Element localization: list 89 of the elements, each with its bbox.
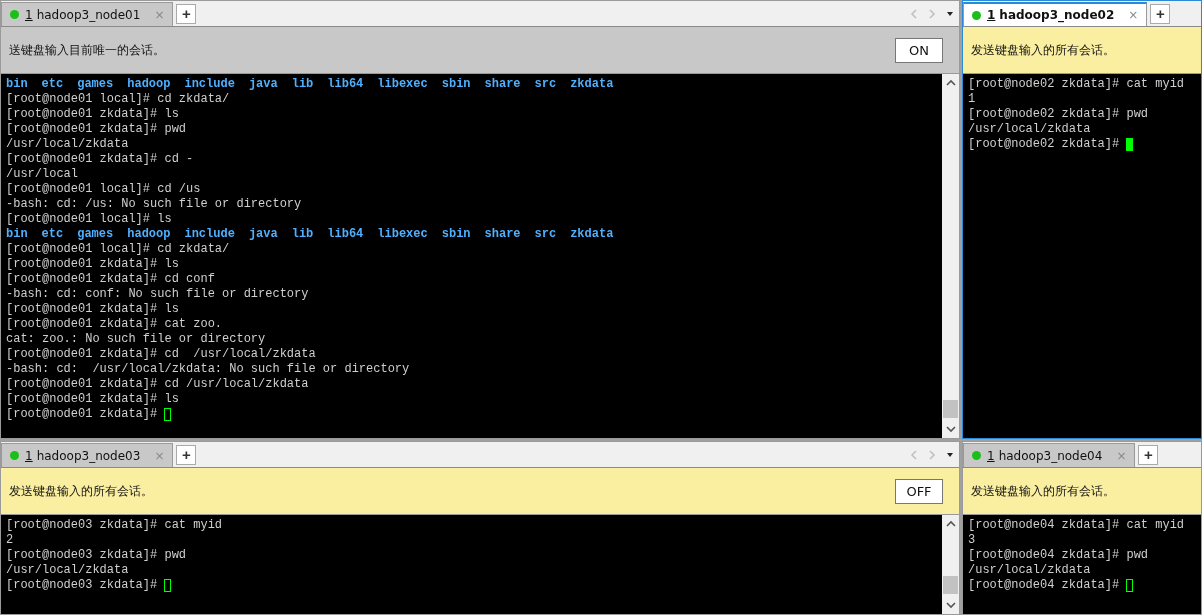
directory-name: zkdata bbox=[570, 227, 614, 242]
terminal-line: -bash: cd: /us: No such file or directory bbox=[6, 197, 302, 212]
directory-name: lib bbox=[291, 77, 314, 92]
directory-name: games bbox=[77, 227, 114, 242]
new-tab-button[interactable]: + bbox=[176, 4, 197, 24]
session-tab[interactable]: 1 hadoop3_node03 × bbox=[1, 443, 174, 467]
terminal-line: [root@node03 zkdata]# cat myid bbox=[6, 518, 223, 533]
terminal-line: [root@node02 zkdata]# cat myid bbox=[968, 77, 1185, 92]
directory-name: sbin bbox=[441, 227, 471, 242]
directory-name: bin bbox=[6, 77, 28, 92]
close-button[interactable]: × bbox=[1128, 8, 1139, 22]
status-dot bbox=[10, 451, 19, 460]
terminal-prompt: [root@node02 zkdata]# bbox=[968, 137, 1120, 152]
scroll-thumb[interactable] bbox=[943, 400, 958, 418]
terminal-line: /usr/local/zkdata bbox=[6, 137, 129, 152]
terminal-line: [root@node01 zkdata]# cd - bbox=[6, 152, 194, 167]
directory-name: include bbox=[184, 77, 235, 92]
new-tab-button[interactable]: + bbox=[176, 445, 197, 465]
new-tab-button[interactable]: + bbox=[1138, 445, 1159, 465]
scrollbar[interactable] bbox=[942, 515, 959, 614]
terminal-line: [root@node01 zkdata]# cd conf bbox=[6, 272, 215, 287]
tab-label: 1 hadoop3_node04 bbox=[987, 448, 1103, 463]
session-tab[interactable]: 1 hadoop3_node01 × bbox=[1, 2, 174, 26]
scroll-thumb[interactable] bbox=[943, 576, 958, 594]
terminal-line: [root@node03 zkdata]# pwd bbox=[6, 548, 187, 563]
status-dot bbox=[10, 10, 19, 19]
terminal-prompt: [root@node04 zkdata]# bbox=[968, 578, 1120, 593]
terminal-line: /usr/local bbox=[6, 167, 78, 182]
directory-name: bin bbox=[6, 227, 28, 242]
tab-label: 1 hadoop3_node01 bbox=[25, 7, 141, 22]
directory-name: share bbox=[484, 77, 521, 92]
directory-name: etc bbox=[41, 77, 64, 92]
terminal-line: [root@node01 local]# cd /us bbox=[6, 182, 201, 197]
terminal-line: 2 bbox=[6, 533, 14, 548]
terminal-line: [root@node01 zkdata]# cd /usr/local/zkdata bbox=[6, 347, 316, 362]
directory-name: lib64 bbox=[327, 227, 364, 242]
banner-text: 发送键盘输入的所有会话。 bbox=[971, 41, 1115, 59]
terminal-line: /usr/local/zkdata bbox=[968, 563, 1091, 578]
terminal-line: [root@node01 zkdata]# cat zoo. bbox=[6, 317, 223, 332]
terminal-line: 3 bbox=[968, 533, 976, 548]
directory-name: share bbox=[484, 227, 521, 242]
directory-name: src bbox=[534, 77, 557, 92]
status-dot bbox=[972, 10, 981, 20]
terminal-line: [root@node01 local]# cd zkdata/ bbox=[6, 242, 230, 257]
directory-name: hadoop bbox=[127, 227, 171, 242]
new-tab-button[interactable]: + bbox=[1150, 4, 1171, 24]
directory-name: hadoop bbox=[127, 77, 171, 92]
toggle-button[interactable]: OFF bbox=[895, 478, 943, 504]
directory-name: java bbox=[248, 227, 278, 242]
terminal-line: [root@node01 local]# cd zkdata/ bbox=[6, 92, 230, 107]
terminal-prompt: [root@node03 zkdata]# bbox=[6, 578, 158, 593]
session-tab[interactable]: 1 hadoop3_node04 × bbox=[963, 443, 1136, 467]
tab-label: 1 hadoop3_node03 bbox=[25, 448, 141, 463]
terminal-line: [root@node01 zkdata]# ls bbox=[6, 302, 179, 317]
terminal-line: [root@node02 zkdata]# pwd bbox=[968, 107, 1149, 122]
directory-name: zkdata bbox=[570, 77, 614, 92]
directory-name: src bbox=[534, 227, 557, 242]
terminal-line: cat: zoo.: No such file or directory bbox=[6, 332, 266, 347]
status-dot bbox=[972, 451, 981, 460]
terminal-line: -bash: cd: /usr/local/zkdata: No such file or directory bbox=[6, 362, 410, 377]
terminal-line: [root@node01 zkdata]# ls bbox=[6, 392, 179, 407]
terminal-line: -bash: cd: conf: No such file or directory bbox=[6, 287, 309, 302]
tab-label: 1 hadoop3_node02 bbox=[987, 8, 1115, 22]
terminal-prompt: [root@node01 zkdata]# bbox=[6, 407, 158, 422]
session-tab[interactable]: 1 hadoop3_node02 × bbox=[963, 2, 1148, 26]
terminal-line: [root@node04 zkdata]# cat myid bbox=[968, 518, 1185, 533]
banner-text: 发送键盘输入的所有会话。 bbox=[971, 482, 1115, 500]
directory-name: java bbox=[248, 77, 278, 92]
directory-name: etc bbox=[41, 227, 64, 242]
terminal-line: [root@node01 zkdata]# ls bbox=[6, 257, 179, 272]
directory-name: lib bbox=[291, 227, 314, 242]
directory-name: lib64 bbox=[327, 77, 364, 92]
terminal-line: [root@node04 zkdata]# pwd bbox=[968, 548, 1149, 563]
terminal-line: 1 bbox=[968, 92, 976, 107]
banner-text: 送键盘输入目前唯一的会话。 bbox=[9, 41, 165, 59]
scrollbar[interactable] bbox=[942, 74, 959, 438]
directory-name: include bbox=[184, 227, 235, 242]
terminal-line: [root@node01 zkdata]# ls bbox=[6, 107, 179, 122]
terminal-line: [root@node01 zkdata]# cd /usr/local/zkdata bbox=[6, 377, 309, 392]
banner-text: 发送键盘输入的所有会话。 bbox=[9, 482, 153, 500]
directory-name: games bbox=[77, 77, 114, 92]
directory-name: sbin bbox=[441, 77, 471, 92]
terminal-line: [root@node01 local]# ls bbox=[6, 212, 172, 227]
directory-name: libexec bbox=[377, 77, 428, 92]
toggle-button[interactable]: ON bbox=[895, 37, 943, 63]
terminal-line: [root@node01 zkdata]# pwd bbox=[6, 122, 187, 137]
terminal-line: /usr/local/zkdata bbox=[968, 122, 1091, 137]
terminal-line: /usr/local/zkdata bbox=[6, 563, 129, 578]
directory-name: libexec bbox=[377, 227, 428, 242]
